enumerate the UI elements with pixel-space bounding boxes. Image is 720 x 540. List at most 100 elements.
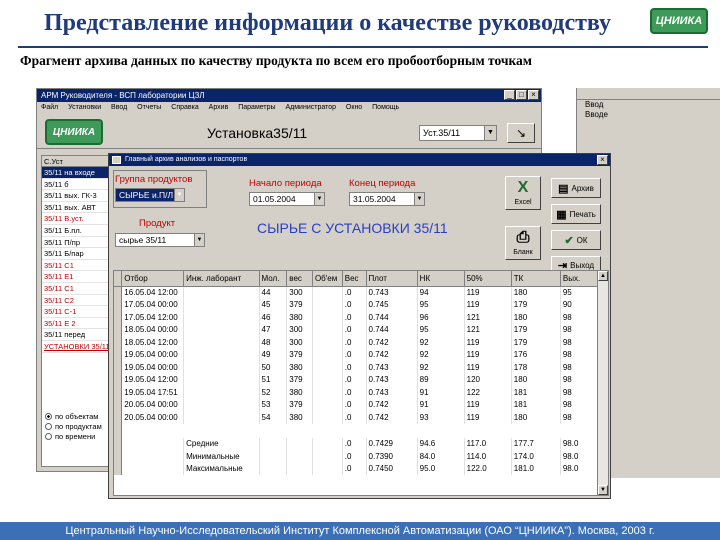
chevron-down-icon[interactable]: ▼ (484, 126, 496, 140)
table-row[interactable]: 19.05.04 00:00 49 379.0 0.742 92 119 176 98 (114, 348, 608, 361)
archive-dialog: Главный архив анализов и паспортов × Гру… (108, 153, 611, 499)
chevron-down-icon[interactable]: ▼ (194, 234, 204, 246)
slide: Представление информации о качестве руко… (0, 0, 720, 540)
radio-icon[interactable] (45, 412, 52, 420)
table-row[interactable]: 18.05.04 00:00 47 300.0 0.744 95 121 179 98 (114, 323, 608, 336)
list-item[interactable]: 35/11 П/пр (42, 237, 110, 249)
table-cell: 89 (417, 373, 465, 386)
list-item[interactable]: 35/11 С-1 (42, 306, 110, 318)
table-cell: .0 (342, 311, 367, 324)
table-row[interactable]: 19.05.04 17:51 52 380.0 0.743 91 122 181 98 (114, 386, 608, 399)
table-cell: 0.743 (366, 286, 418, 299)
scroll-down-icon[interactable]: ▼ (598, 485, 608, 495)
table-row[interactable]: 20.05.04 00:00 54 380.0 0.742 93 119 180 98 (114, 411, 608, 424)
table-cell: 91 (417, 398, 465, 411)
period-end-field[interactable]: 31.05.2004 ▼ (349, 192, 425, 206)
chevron-down-icon[interactable]: ▼ (174, 189, 184, 201)
column-header[interactable]: 50% (464, 271, 512, 287)
column-header[interactable]: Об'ем (312, 271, 343, 287)
print-button[interactable]: ▦ Печать (551, 204, 601, 224)
chevron-down-icon[interactable]: ▼ (314, 193, 324, 205)
table-cell: 95 (417, 323, 465, 336)
column-header[interactable]: ТК (511, 271, 561, 287)
unit-select[interactable]: Уст.35/11 ▼ (419, 125, 497, 141)
list-item[interactable]: 35/11 перед (42, 329, 110, 341)
grid-scrollbar[interactable]: ▲ ▼ (597, 271, 608, 495)
radio-icon[interactable] (45, 422, 52, 430)
table-cell: 52 (259, 386, 288, 399)
radio-by-objects[interactable]: по объектам (45, 411, 102, 421)
table-cell: .0 (342, 386, 367, 399)
table-row[interactable]: 19.05.04 12:00 51 379.0 0.743 89 120 180 98 (114, 373, 608, 386)
group-select[interactable]: СЫРЬЕ и.П/Л ▼ (115, 188, 185, 202)
table-row[interactable]: Минимальные .0 0.7390 84.0 114.0 174.0 98.0 (114, 450, 608, 463)
table-cell (183, 336, 260, 349)
period-start-field[interactable]: 01.05.2004 ▼ (249, 192, 325, 206)
radio-label: по продуктам (55, 421, 102, 431)
archive-button[interactable]: ▤ Архив (551, 178, 601, 198)
list-item[interactable]: 35/11 С1 (42, 260, 110, 272)
table-cell: 119 (464, 411, 512, 424)
minimize-button[interactable]: _ (504, 90, 515, 100)
product-select[interactable]: сырье 35/11 ▼ (115, 233, 205, 247)
list-item[interactable]: 35/11 на входе (42, 167, 110, 179)
list-item[interactable]: 35/11 С2 (42, 295, 110, 307)
excel-button[interactable]: X Excel (505, 176, 541, 210)
ok-button[interactable]: ✔ ОК (551, 230, 601, 250)
column-header[interactable]: Плот (366, 271, 418, 287)
column-header[interactable]: Инж. лаборант (183, 271, 260, 287)
table-cell: 19.05.04 00:00 (121, 348, 185, 361)
list-item[interactable]: 35/11 Б.пл. (42, 225, 110, 237)
chevron-down-icon[interactable]: ▼ (414, 193, 424, 205)
app-menubar[interactable]: Файл Установки Ввод Отчеты Справка Архив… (37, 102, 541, 114)
scroll-up-icon[interactable]: ▲ (598, 271, 608, 281)
list-item[interactable]: 35/11 В.уст. (42, 213, 110, 225)
table-cell (183, 411, 260, 424)
table-cell (121, 437, 185, 450)
table-cell (286, 437, 313, 450)
table-cell: 176 (511, 348, 561, 361)
table-cell (183, 373, 260, 386)
table-row[interactable]: Максимальные .0 0.7450 95.0 122.0 181.0 98.0 (114, 462, 608, 475)
table-cell: 180 (511, 311, 561, 324)
table-cell: .0 (342, 373, 367, 386)
table-row[interactable]: 20.05.04 00:00 53 379.0 0.742 91 119 181 98 (114, 398, 608, 411)
table-cell: 121 (464, 311, 512, 324)
list-item[interactable]: 35/11 б (42, 179, 110, 191)
table-cell: 93 (417, 411, 465, 424)
table-row[interactable]: 17.05.04 00:00 45 379.0 0.745 95 119 179 90 (114, 298, 608, 311)
row-indicator (114, 286, 123, 299)
maximize-button[interactable]: □ (516, 90, 527, 100)
close-button[interactable]: × (528, 90, 539, 100)
forms-button[interactable]: ⎙ Бланк (505, 226, 541, 260)
archive-grid[interactable]: Отбор Инж. лаборант Мол. вес Об'ем Вес Плот НК 5… (113, 270, 609, 496)
list-item[interactable]: 35/11 вых. АВТ (42, 202, 110, 214)
dialog-close-button[interactable]: × (597, 155, 608, 165)
column-header[interactable]: вес (286, 271, 313, 287)
table-row[interactable]: 18.05.04 12:00 48 300.0 0.742 92 119 179 98 (114, 336, 608, 349)
table-cell: .0 (342, 348, 367, 361)
radio-by-time[interactable]: по времени (45, 431, 102, 441)
list-item[interactable]: 35/11 вых. ГК-3 (42, 190, 110, 202)
empty-row (114, 423, 608, 438)
table-row[interactable]: 19.05.04 00:00 50 380.0 0.743 92 119 178 98 (114, 361, 608, 374)
radio-by-products[interactable]: по продуктам (45, 421, 102, 431)
column-header[interactable]: Отбор (121, 271, 185, 287)
list-item[interactable]: 35/11 Е1 (42, 271, 110, 283)
table-cell: 122.0 (464, 462, 512, 475)
table-row[interactable]: 17.05.04 12:00 46 380.0 0.744 96 121 180 98 (114, 311, 608, 324)
column-header[interactable]: НК (417, 271, 465, 287)
table-cell: 379 (286, 348, 313, 361)
table-row[interactable]: 16.05.04 12:00 44 300.0 0.743 94 119 180 95 (114, 286, 608, 299)
table-cell: 0.744 (366, 311, 418, 324)
go-button[interactable]: ↘ (507, 123, 535, 143)
list-item[interactable]: 35/11 Б/пар (42, 248, 110, 260)
list-item[interactable]: 35/11 С1 (42, 283, 110, 295)
column-header[interactable]: Вес (342, 271, 367, 287)
column-header[interactable]: Мол. (259, 271, 288, 287)
table-cell: 122 (464, 386, 512, 399)
radio-icon[interactable] (45, 432, 52, 440)
table-row[interactable]: Средние .0 0.7429 94.6 117.0 177.7 98.0 (114, 437, 608, 450)
list-item[interactable]: 35/11 Е 2 (42, 318, 110, 330)
list-item[interactable]: УСТАНОВКИ 35/11 (42, 341, 110, 353)
